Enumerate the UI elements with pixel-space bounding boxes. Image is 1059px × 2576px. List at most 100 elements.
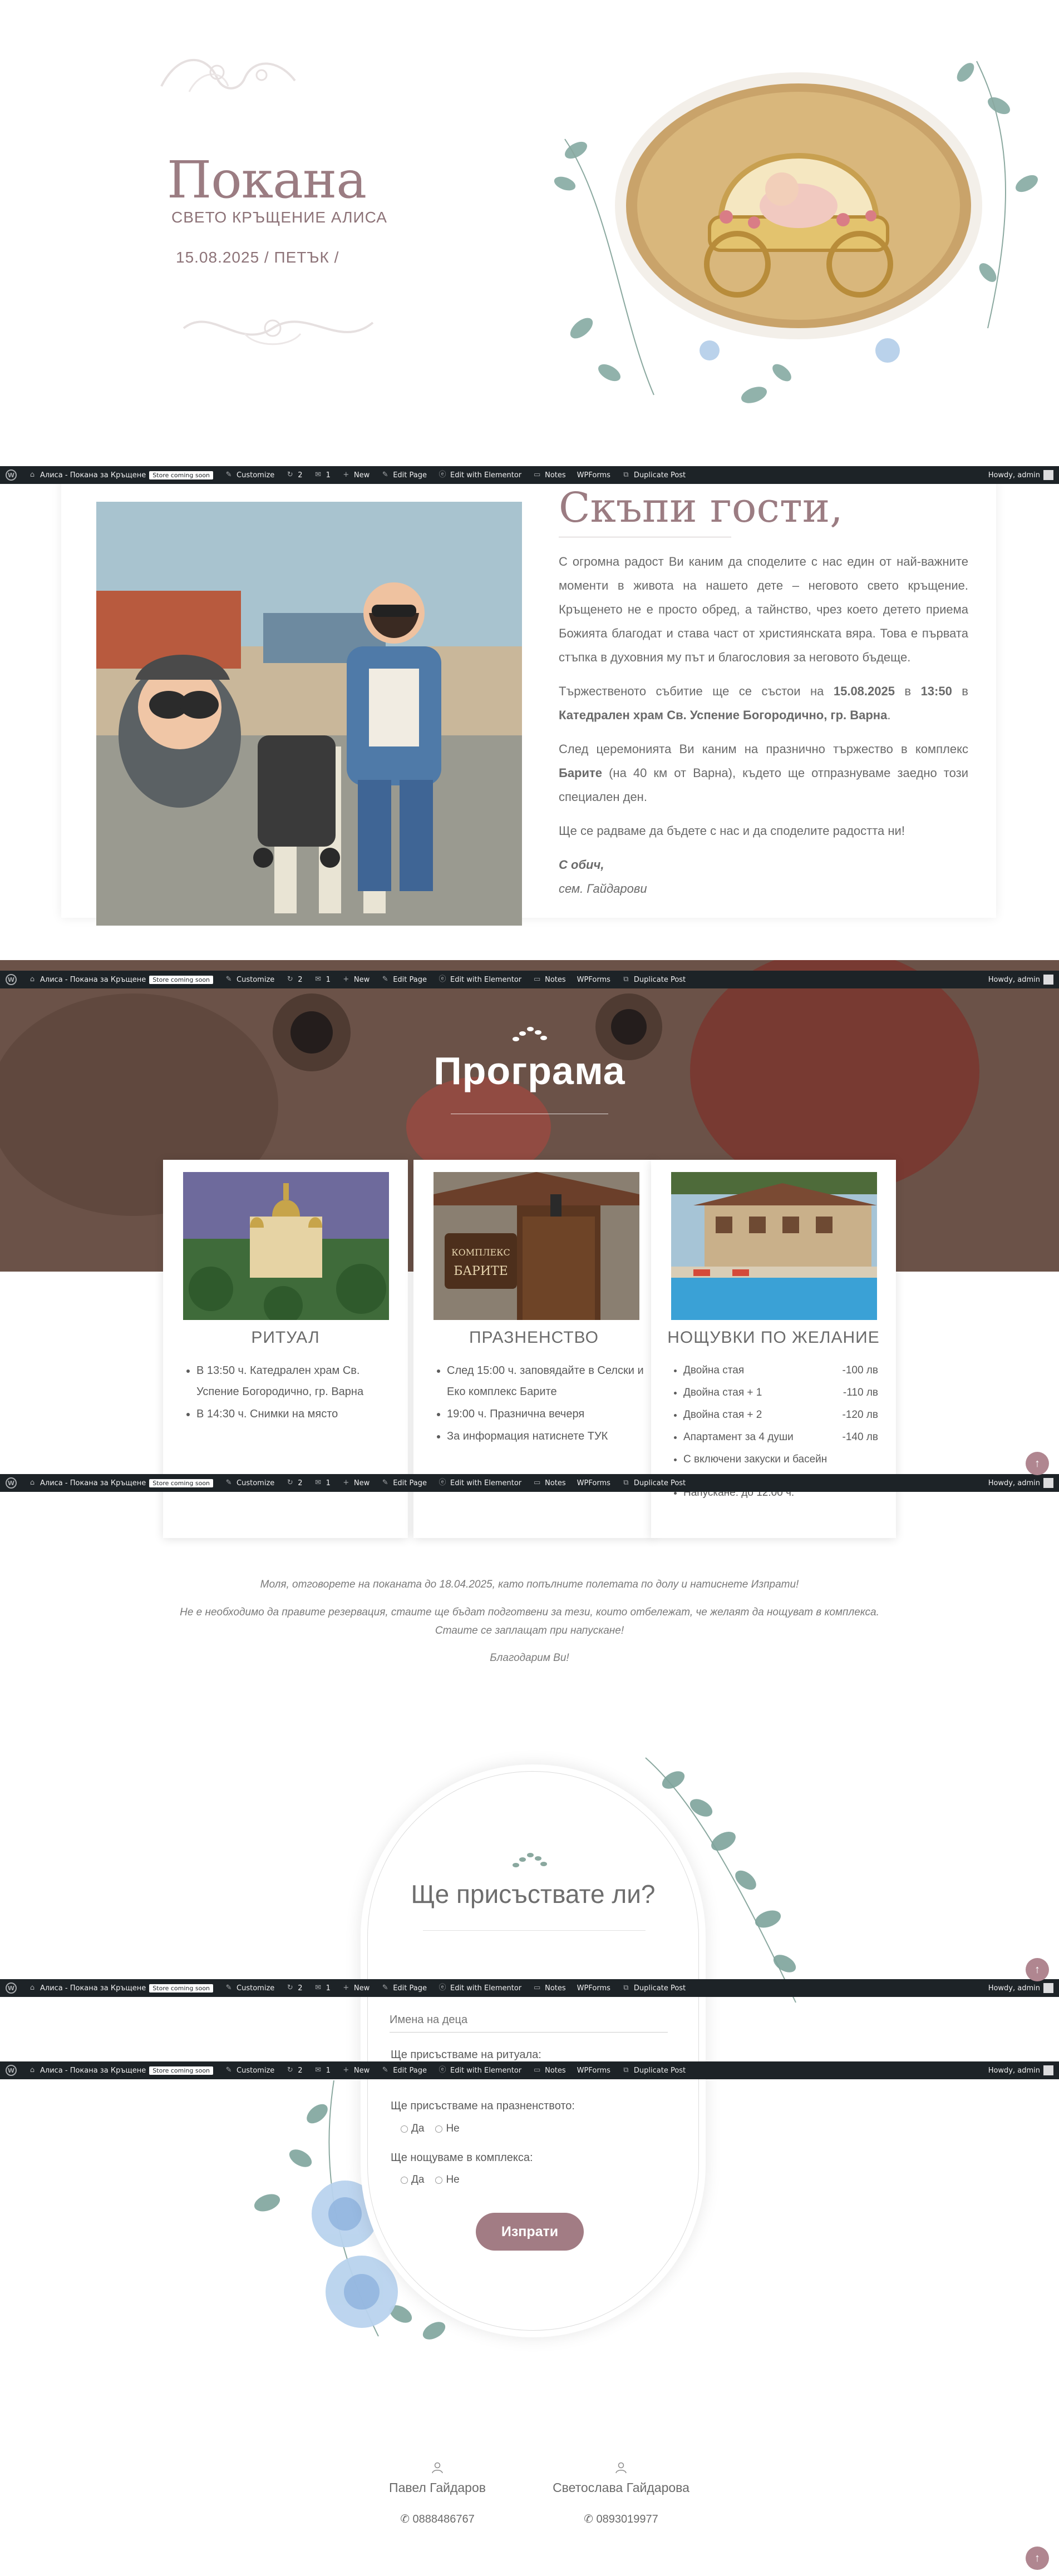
duplicate-post-link[interactable]: ⧉ Duplicate Post <box>616 1474 691 1492</box>
contact-phone[interactable]: ✆ 0888486767 <box>354 2512 521 2526</box>
edit-page-link[interactable]: ✎ Edit Page <box>375 466 432 484</box>
edit-page-link[interactable]: ✎ Edit Page <box>375 1979 432 1997</box>
customize-icon: ✎ <box>225 1479 232 1487</box>
children-names-input[interactable] <box>390 2008 668 2033</box>
account-menu[interactable]: Howdy, admin <box>983 971 1059 988</box>
site-name-link[interactable]: ⌂ Алиса - Покана за Кръщене Store coming s… <box>22 1474 219 1492</box>
site-name-link[interactable]: ⌂ Алиса - Покана за Кръщене Store coming s… <box>22 1979 219 1997</box>
price-item: Двойна стая-100 лв <box>683 1360 878 1381</box>
new-content-link[interactable]: + New <box>336 971 375 988</box>
wpforms-link[interactable]: WPForms <box>572 1474 616 1492</box>
wordpress-menu[interactable]: W <box>0 466 22 484</box>
account-menu[interactable]: Howdy, admin <box>983 466 1059 484</box>
edit-elementor-link[interactable]: ⓔ Edit with Elementor <box>432 2061 527 2079</box>
wpforms-link[interactable]: WPForms <box>572 466 616 484</box>
signature-greeting: С обич, <box>559 858 604 872</box>
wpforms-link[interactable]: WPForms <box>572 2061 616 2079</box>
edit-elementor-link[interactable]: ⓔ Edit with Elementor <box>432 466 527 484</box>
wpforms-link[interactable]: WPForms <box>572 1979 616 1997</box>
site-name-link[interactable]: ⌂ Алиса - Покана за Кръщене Store coming s… <box>22 2061 219 2079</box>
price-item: Апартамент за 4 души-140 лв <box>683 1427 878 1448</box>
elementor-icon: ⓔ <box>439 975 446 983</box>
store-badge: Store coming soon <box>149 2066 214 2075</box>
notes-icon: ▭ <box>533 975 541 983</box>
notes-icon: ▭ <box>533 471 541 479</box>
scroll-top-button[interactable]: ↑ <box>1026 2547 1049 2570</box>
comments-icon: ✉ <box>315 1984 322 1992</box>
customize-link[interactable]: ✎ Customize <box>219 2061 280 2079</box>
comments-icon: ✉ <box>315 975 322 983</box>
wordpress-menu[interactable]: W <box>0 1979 22 1997</box>
edit-elementor-link[interactable]: ⓔ Edit with Elementor <box>432 971 527 988</box>
phone-icon: ✆ <box>584 2513 597 2525</box>
customize-icon: ✎ <box>225 975 232 983</box>
updates-link[interactable]: ↻ 2 <box>280 1979 308 1997</box>
edit-icon: ✎ <box>382 471 388 479</box>
notes-link[interactable]: ▭ Notes <box>527 971 572 988</box>
account-menu[interactable]: Howdy, admin <box>983 1979 1059 1997</box>
invite-paragraph-2: Тържественото събитие ще се състои на 15… <box>559 684 968 722</box>
party-list: След 15:00 ч. заповядайте в Селски и Еко… <box>447 1360 647 1448</box>
top-ornament <box>156 47 301 121</box>
edit-elementor-link[interactable]: ⓔ Edit with Elementor <box>432 1474 527 1492</box>
updates-link[interactable]: ↻ 2 <box>280 466 308 484</box>
new-content-link[interactable]: + New <box>336 1474 375 1492</box>
bottom-ornament <box>178 300 378 358</box>
account-menu[interactable]: Howdy, admin <box>983 2061 1059 2079</box>
contact-card: Павел Гайдаров ✆ 0888486767 <box>354 2461 521 2526</box>
site-name-link[interactable]: ⌂ Алиса - Покана за Кръщене Store coming s… <box>22 971 219 988</box>
scroll-top-button[interactable]: ↑ <box>1026 1452 1049 1475</box>
comments-link[interactable]: ✉ 1 <box>308 1474 336 1492</box>
notes-link[interactable]: ▭ Notes <box>527 1474 572 1492</box>
party-no-radio[interactable]: Не <box>435 2123 460 2135</box>
notes-link[interactable]: ▭ Notes <box>527 1979 572 1997</box>
comments-link[interactable]: ✉ 1 <box>308 971 336 988</box>
account-menu[interactable]: Howdy, admin <box>983 1474 1059 1492</box>
edit-page-link[interactable]: ✎ Edit Page <box>375 2061 432 2079</box>
wordpress-icon: W <box>6 469 17 481</box>
party-question: Ще присъстваме на празненството: <box>391 2100 575 2112</box>
stay-yes-radio[interactable]: Да <box>401 2174 424 2186</box>
submit-button[interactable]: Изпрати <box>476 2213 584 2251</box>
store-badge: Store coming soon <box>149 1479 214 1487</box>
wordpress-menu[interactable]: W <box>0 971 22 988</box>
person-icon <box>615 2462 627 2474</box>
updates-link[interactable]: ↻ 2 <box>280 1474 308 1492</box>
duplicate-post-link[interactable]: ⧉ Duplicate Post <box>616 1979 691 1997</box>
notes-link[interactable]: ▭ Notes <box>527 2061 572 2079</box>
duplicate-post-link[interactable]: ⧉ Duplicate Post <box>616 971 691 988</box>
stay-no-radio[interactable]: Не <box>435 2174 460 2186</box>
notes-link[interactable]: ▭ Notes <box>527 466 572 484</box>
comments-link[interactable]: ✉ 1 <box>308 2061 336 2079</box>
duplicate-icon: ⧉ <box>623 1479 629 1487</box>
edit-page-link[interactable]: ✎ Edit Page <box>375 971 432 988</box>
new-content-link[interactable]: + New <box>336 1979 375 1997</box>
info-link[interactable]: За информация натиснете ТУК <box>447 1426 647 1447</box>
customize-link[interactable]: ✎ Customize <box>219 1474 280 1492</box>
site-name-link[interactable]: ⌂ Алиса - Покана за Кръщене Store coming s… <box>22 466 219 484</box>
edit-elementor-link[interactable]: ⓔ Edit with Elementor <box>432 1979 527 1997</box>
new-content-link[interactable]: + New <box>336 466 375 484</box>
home-icon: ⌂ <box>29 2066 35 2074</box>
new-content-link[interactable]: + New <box>336 2061 375 2079</box>
comments-link[interactable]: ✉ 1 <box>308 466 336 484</box>
customize-link[interactable]: ✎ Customize <box>219 971 280 988</box>
updates-link[interactable]: ↻ 2 <box>280 2061 308 2079</box>
contact-phone[interactable]: ✆ 0893019977 <box>538 2512 705 2526</box>
duplicate-post-link[interactable]: ⧉ Duplicate Post <box>616 2061 691 2079</box>
admin-bar: W ⌂ Алиса - Покана за Кръщене Store coming… <box>0 466 1059 484</box>
wpforms-link[interactable]: WPForms <box>572 971 616 988</box>
wordpress-menu[interactable]: W <box>0 1474 22 1492</box>
customize-link[interactable]: ✎ Customize <box>219 466 280 484</box>
comments-icon: ✉ <box>315 1479 322 1487</box>
scroll-top-button[interactable]: ↑ <box>1026 1958 1049 1981</box>
comments-link[interactable]: ✉ 1 <box>308 1979 336 1997</box>
updates-link[interactable]: ↻ 2 <box>280 971 308 988</box>
duplicate-post-link[interactable]: ⧉ Duplicate Post <box>616 466 691 484</box>
edit-page-link[interactable]: ✎ Edit Page <box>375 1474 432 1492</box>
leaf-icon <box>509 1024 549 1049</box>
customize-link[interactable]: ✎ Customize <box>219 1979 280 1997</box>
person-icon <box>432 2462 443 2474</box>
party-yes-radio[interactable]: Да <box>401 2123 424 2135</box>
wordpress-menu[interactable]: W <box>0 2061 22 2079</box>
